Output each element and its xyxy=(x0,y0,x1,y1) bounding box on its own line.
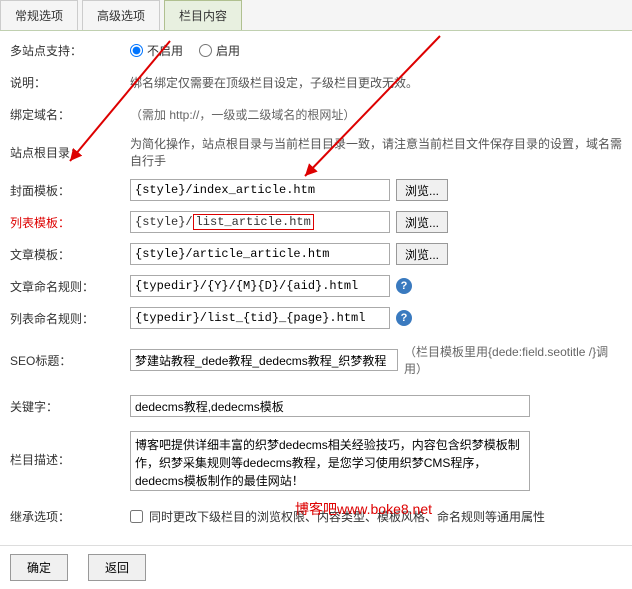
article-tpl-input[interactable] xyxy=(130,243,390,265)
desc-text: 绑名绑定仅需要在顶级栏目设定，子级栏目更改无效。 xyxy=(130,74,622,91)
tab-content[interactable]: 栏目内容 xyxy=(164,0,242,30)
label-cover-tpl: 封面模板： xyxy=(10,182,130,199)
label-seo: SEO标题： xyxy=(10,352,130,369)
artrule-input[interactable] xyxy=(130,275,390,297)
keywords-input[interactable] xyxy=(130,395,530,417)
label-article-tpl: 文章模板： xyxy=(10,246,130,263)
label-list-tpl: 列表模板： xyxy=(10,214,130,231)
label-domain: 绑定域名： xyxy=(10,106,130,123)
listrule-input[interactable] xyxy=(130,307,390,329)
browse-list-button[interactable]: 浏览... xyxy=(396,211,448,233)
descr-textarea[interactable] xyxy=(130,431,530,491)
help-icon[interactable]: ? xyxy=(396,310,412,326)
seo-hint: （栏目模板里用{dede:field.seotitle /}调用） xyxy=(404,343,622,377)
label-descr: 栏目描述： xyxy=(10,431,130,468)
seo-input[interactable] xyxy=(130,349,398,371)
label-artrule: 文章命名规则： xyxy=(10,278,130,295)
label-inherit: 继承选项： xyxy=(10,508,130,525)
inherit-checkbox[interactable] xyxy=(130,510,143,523)
help-icon[interactable]: ? xyxy=(396,278,412,294)
watermark-text: 博客吧www.boke8.net xyxy=(295,499,432,519)
ok-button[interactable]: 确定 xyxy=(10,554,68,581)
browse-article-button[interactable]: 浏览... xyxy=(396,243,448,265)
tab-general[interactable]: 常规选项 xyxy=(0,0,78,30)
label-keywords: 关键字： xyxy=(10,398,130,415)
label-root: 站点根目录： xyxy=(10,144,130,161)
list-tpl-file: list_article.htm xyxy=(193,214,314,230)
cover-tpl-input[interactable] xyxy=(130,179,390,201)
root-text: 为简化操作，站点根目录与当前栏目目录一致，请注意当前栏目文件保存目录的设置，域名… xyxy=(130,135,622,169)
browse-cover-button[interactable]: 浏览... xyxy=(396,179,448,201)
radio-multisite-on[interactable]: 启用 xyxy=(199,42,240,59)
domain-hint: （需加 http://，一级或二级域名的根网址） xyxy=(130,106,622,123)
back-button[interactable]: 返回 xyxy=(88,554,146,581)
radio-multisite-off[interactable]: 不启用 xyxy=(130,42,183,59)
label-multisite: 多站点支持： xyxy=(10,42,130,59)
label-listrule: 列表命名规则： xyxy=(10,310,130,327)
label-desc: 说明： xyxy=(10,74,130,91)
list-tpl-prefix: {style}/ xyxy=(135,215,193,229)
tab-advanced[interactable]: 高级选项 xyxy=(82,0,160,30)
